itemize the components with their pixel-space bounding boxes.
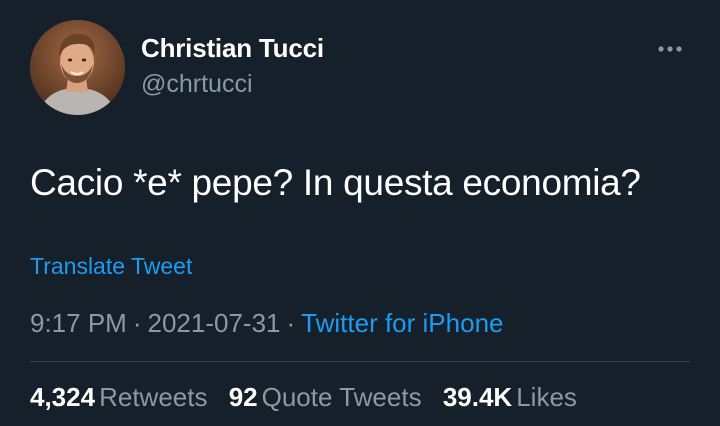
more-options-icon[interactable] [650, 36, 690, 62]
tweet-text: Cacio *e* pepe? In questa economia? [30, 162, 641, 203]
translate-tweet-link[interactable]: Translate Tweet [30, 253, 192, 280]
tweet-metadata: 9:17 PM · 2021-07-31 · Twitter for iPhone [30, 308, 503, 339]
tweet-time[interactable]: 9:17 PM [30, 308, 127, 338]
divider [30, 361, 690, 362]
author-handle[interactable]: @chrtucci [141, 70, 253, 99]
likes-stat[interactable]: 39.4K Likes [443, 382, 577, 412]
engagement-stats: 4,324 Retweets 92 Quote Tweets 39.4K Likes [30, 382, 591, 413]
avatar[interactable] [30, 20, 125, 115]
likes-count: 39.4K [442, 382, 513, 412]
retweets-count: 4,324 [30, 382, 96, 412]
quote-tweets-stat[interactable]: 92 Quote Tweets [229, 382, 422, 412]
meta-separator: · [286, 308, 296, 338]
quote-tweets-count: 92 [228, 382, 258, 412]
retweets-stat[interactable]: 4,324 Retweets [30, 382, 207, 412]
author-name[interactable]: Christian Tucci [141, 33, 324, 64]
tweet-detail: Christian Tucci @chrtucci Cacio *e* pepe… [0, 0, 720, 426]
meta-separator: · [132, 308, 142, 338]
likes-label: Likes [516, 382, 577, 412]
avatar-photo [30, 20, 125, 115]
retweets-label: Retweets [99, 382, 208, 412]
quote-tweets-label: Quote Tweets [261, 382, 422, 412]
tweet-source-link[interactable]: Twitter for iPhone [301, 308, 503, 338]
tweet-date[interactable]: 2021-07-31 [148, 308, 281, 338]
